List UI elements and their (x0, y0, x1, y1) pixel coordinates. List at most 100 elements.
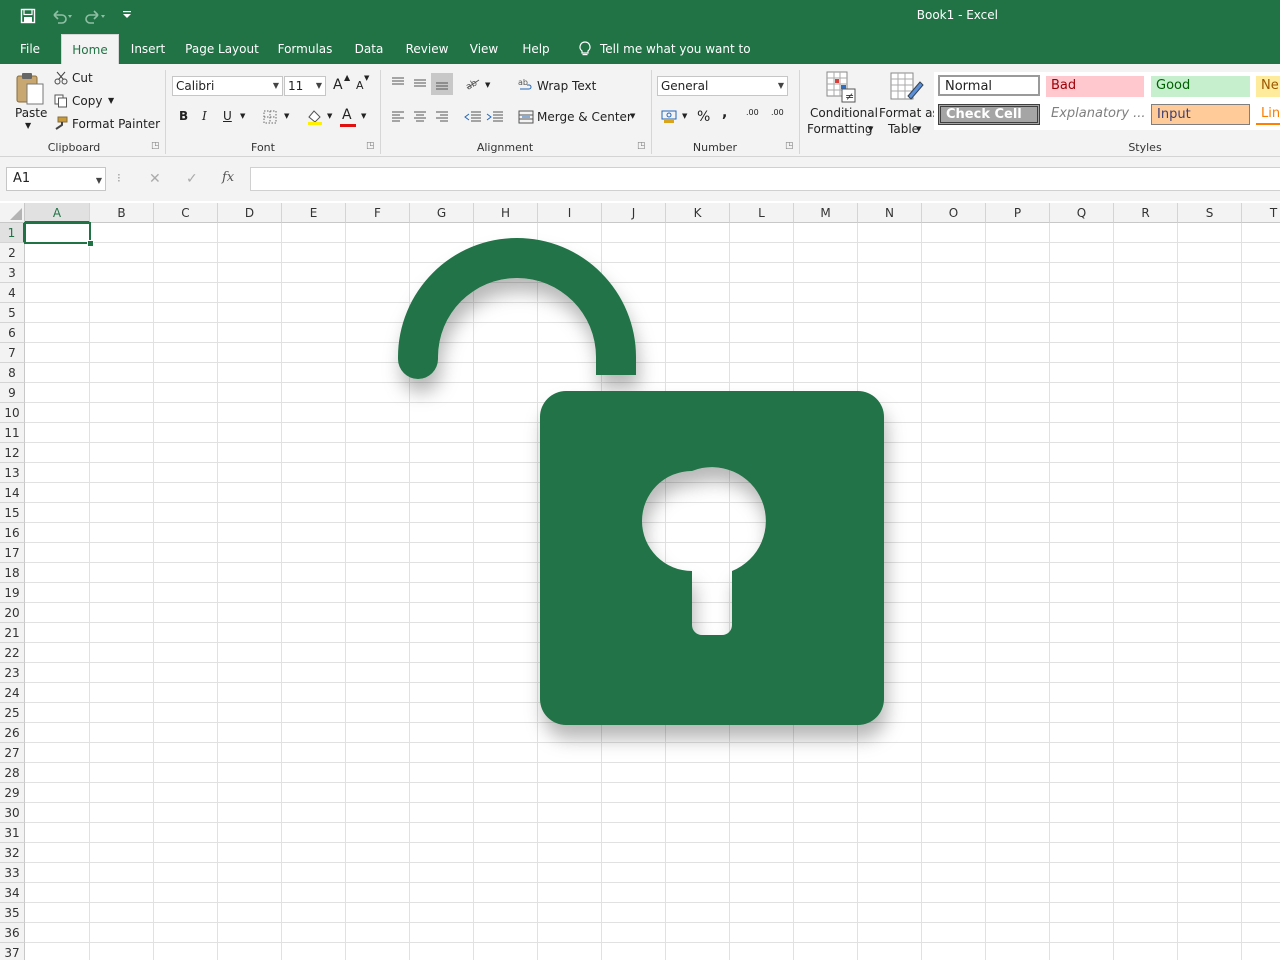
merge-center-button[interactable]: Merge & Center (537, 110, 632, 124)
bold-button[interactable]: B (179, 109, 188, 123)
tab-insert[interactable]: Insert (127, 34, 169, 64)
formula-input[interactable] (250, 167, 1280, 191)
style-input[interactable]: Input (1151, 104, 1250, 125)
tab-page-layout[interactable]: Page Layout (182, 34, 262, 64)
name-box[interactable]: A1 ▼ (6, 167, 106, 191)
paste-icon[interactable] (14, 72, 46, 106)
format-as-table-label-2[interactable]: Table (888, 122, 919, 136)
cancel-icon[interactable]: ✕ (149, 171, 161, 187)
row-header[interactable]: 35 (0, 903, 25, 923)
comma-button[interactable]: , (722, 105, 727, 121)
style-good[interactable]: Good (1151, 76, 1250, 97)
column-header[interactable]: Q (1050, 203, 1114, 223)
copy-dropdown-icon[interactable]: ▼ (108, 96, 114, 105)
column-header[interactable]: T (1242, 203, 1280, 223)
row-header[interactable]: 8 (0, 363, 25, 383)
font-size-combo[interactable]: 11 ▼ (284, 76, 326, 96)
merge-dropdown-icon[interactable]: ▼ (630, 112, 635, 120)
row-header[interactable]: 21 (0, 623, 25, 643)
row-header[interactable]: 14 (0, 483, 25, 503)
row-header[interactable]: 18 (0, 563, 25, 583)
row-header[interactable]: 24 (0, 683, 25, 703)
conditional-formatting-label[interactable]: Conditional (810, 106, 878, 120)
column-header[interactable]: C (154, 203, 218, 223)
borders-icon[interactable] (263, 110, 277, 124)
column-header[interactable]: M (794, 203, 858, 223)
tab-help[interactable]: Help (516, 34, 556, 64)
increase-decimal-button[interactable]: .00 (746, 108, 759, 117)
tab-formulas[interactable]: Formulas (274, 34, 336, 64)
column-header[interactable]: H (474, 203, 538, 223)
currency-dropdown-icon[interactable]: ▼ (682, 112, 687, 120)
row-header[interactable]: 33 (0, 863, 25, 883)
row-header[interactable]: 25 (0, 703, 25, 723)
row-header[interactable]: 29 (0, 783, 25, 803)
currency-icon[interactable] (661, 109, 679, 125)
tab-file[interactable]: File (12, 34, 48, 64)
underline-dropdown-icon[interactable]: ▼ (240, 112, 245, 120)
font-launcher-icon[interactable]: ◳ (366, 141, 375, 151)
clipboard-launcher-icon[interactable]: ◳ (151, 141, 160, 151)
row-header[interactable]: 26 (0, 723, 25, 743)
column-header[interactable]: G (410, 203, 474, 223)
select-all-corner[interactable] (0, 203, 25, 223)
row-header[interactable]: 2 (0, 243, 25, 263)
row-header[interactable]: 10 (0, 403, 25, 423)
column-header[interactable]: R (1114, 203, 1178, 223)
column-header[interactable]: P (986, 203, 1050, 223)
row-header[interactable]: 30 (0, 803, 25, 823)
orientation-dropdown-icon[interactable]: ▼ (485, 81, 490, 89)
column-header[interactable]: I (538, 203, 602, 223)
alignment-launcher-icon[interactable]: ◳ (637, 141, 646, 151)
row-header[interactable]: 7 (0, 343, 25, 363)
conditional-formatting-label-2[interactable]: Formatting (807, 122, 873, 136)
row-header[interactable]: 5 (0, 303, 25, 323)
number-format-combo[interactable]: General ▼ (657, 76, 788, 96)
column-header[interactable]: S (1178, 203, 1242, 223)
row-header[interactable]: 19 (0, 583, 25, 603)
copy-button[interactable]: Copy (72, 94, 102, 108)
spreadsheet-grid[interactable]: A B C D E F G H I J K L M N O P Q R S T … (0, 203, 1280, 960)
tab-view[interactable]: View (464, 34, 504, 64)
column-header[interactable]: K (666, 203, 730, 223)
align-right-icon[interactable] (434, 110, 450, 124)
row-header[interactable]: 34 (0, 883, 25, 903)
fill-handle[interactable] (87, 240, 94, 247)
font-color-dropdown-icon[interactable]: ▼ (361, 112, 366, 120)
fill-color-icon[interactable] (306, 108, 324, 126)
align-top-icon[interactable] (390, 76, 406, 90)
row-header[interactable]: 32 (0, 843, 25, 863)
increase-font-size-button[interactable]: A (333, 77, 343, 93)
row-header[interactable]: 17 (0, 543, 25, 563)
row-header[interactable]: 6 (0, 323, 25, 343)
decrease-decimal-button[interactable]: .00 (771, 108, 784, 117)
column-header[interactable]: B (90, 203, 154, 223)
column-header[interactable]: L (730, 203, 794, 223)
column-header[interactable]: O (922, 203, 986, 223)
font-name-combo[interactable]: Calibri ▼ (172, 76, 283, 96)
column-header[interactable]: J (602, 203, 666, 223)
row-header[interactable]: 20 (0, 603, 25, 623)
increase-indent-icon[interactable] (486, 110, 504, 124)
decrease-indent-icon[interactable] (464, 110, 482, 124)
row-header[interactable]: 23 (0, 663, 25, 683)
borders-dropdown-icon[interactable]: ▼ (284, 112, 289, 120)
conditional-dropdown-icon[interactable]: ▼ (868, 125, 873, 133)
align-bottom-button[interactable] (431, 73, 453, 95)
row-header[interactable]: 37 (0, 943, 25, 960)
row-header[interactable]: 11 (0, 423, 25, 443)
format-as-table-icon[interactable] (890, 72, 924, 104)
style-normal[interactable]: Normal (938, 75, 1040, 96)
paste-dropdown-icon[interactable]: ▼ (25, 121, 31, 130)
selected-cell-a1[interactable] (24, 222, 91, 244)
row-header[interactable]: 36 (0, 923, 25, 943)
style-neutral[interactable]: Ne (1256, 76, 1280, 97)
align-center-icon[interactable] (412, 110, 428, 124)
tab-home[interactable]: Home (61, 34, 119, 65)
row-header[interactable]: 1 (0, 223, 25, 243)
conditional-formatting-icon[interactable]: ≠ (826, 71, 856, 103)
format-painter-button[interactable]: Format Painter (72, 117, 160, 131)
row-header[interactable]: 4 (0, 283, 25, 303)
font-color-button[interactable]: A (342, 107, 352, 123)
align-middle-icon[interactable] (412, 76, 428, 90)
